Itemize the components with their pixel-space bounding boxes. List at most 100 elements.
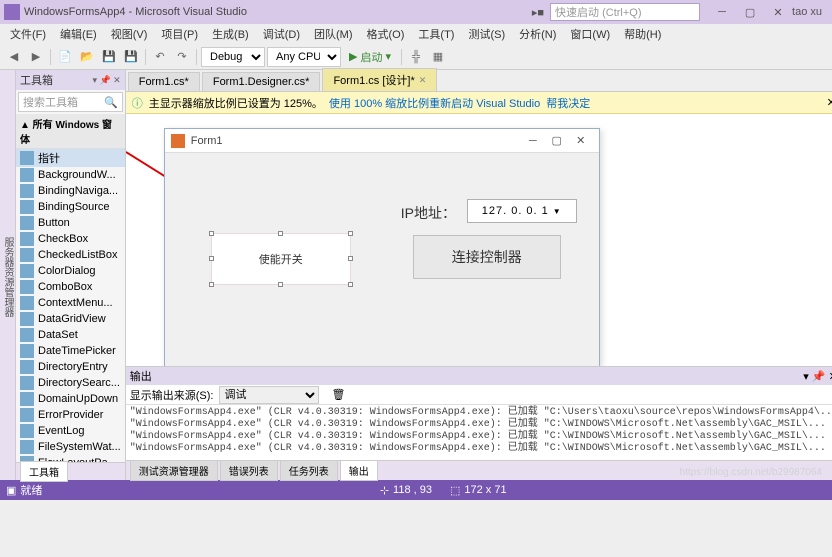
- toolbox-item[interactable]: DirectorySearc...: [16, 375, 125, 391]
- account-name[interactable]: tao xu: [792, 6, 822, 18]
- watermark: https://blog.csdn.net/b29987064: [680, 467, 822, 478]
- output-clear-button[interactable]: 🗑: [331, 388, 345, 401]
- config-select[interactable]: Debug: [201, 47, 265, 67]
- menu-project[interactable]: 项目(P): [155, 24, 204, 44]
- drive-switch-control[interactable]: 使能开关: [211, 233, 351, 285]
- toolbox-item[interactable]: DataSet: [16, 327, 125, 343]
- toolbox-item[interactable]: DirectoryEntry: [16, 359, 125, 375]
- toolbox-item[interactable]: ErrorProvider: [16, 407, 125, 423]
- toolbox-item[interactable]: ColorDialog: [16, 263, 125, 279]
- form-max-button[interactable]: ▢: [545, 134, 569, 147]
- form1-window[interactable]: Form1 ─ ▢ ✕ 使能开关 IP地址： 127. 0. 0. 1 ▼ 连接…: [164, 128, 600, 366]
- close-icon[interactable]: ✕: [419, 75, 427, 86]
- form1-title: Form1: [191, 135, 521, 147]
- tool-tab[interactable]: 任务列表: [280, 460, 338, 481]
- toolbox-category[interactable]: ▲ 所有 Windows 窗体: [16, 114, 125, 149]
- control-icon: [20, 200, 34, 214]
- toolbox-item[interactable]: CheckBox: [16, 231, 125, 247]
- ip-address-field[interactable]: 127. 0. 0. 1 ▼: [467, 199, 577, 223]
- tool-tab[interactable]: 输出: [340, 460, 378, 481]
- flag-icon[interactable]: ▸■: [532, 6, 544, 19]
- toolbox-tab[interactable]: 工具箱: [20, 461, 68, 482]
- toolbox-item[interactable]: DataGridView: [16, 311, 125, 327]
- toolbox-item[interactable]: CheckedListBox: [16, 247, 125, 263]
- pin-icon[interactable]: ▾ 📌 ✕: [92, 75, 120, 86]
- control-icon: [20, 344, 34, 358]
- tool-tab[interactable]: 测试资源管理器: [130, 460, 218, 481]
- toolbox-item[interactable]: EventLog: [16, 423, 125, 439]
- ip-label: IP地址：: [401, 203, 456, 223]
- form-min-button[interactable]: ─: [521, 135, 545, 147]
- minimize-button[interactable]: ─: [708, 3, 736, 21]
- form-close-button[interactable]: ✕: [569, 134, 593, 147]
- platform-select[interactable]: Any CPU: [267, 47, 341, 67]
- toolbox-item[interactable]: BackgroundW...: [16, 167, 125, 183]
- toolbox-item[interactable]: ContextMenu...: [16, 295, 125, 311]
- menu-view[interactable]: 视图(V): [105, 24, 154, 44]
- menu-format[interactable]: 格式(O): [361, 24, 411, 44]
- menu-file[interactable]: 文件(F): [4, 24, 52, 44]
- toolbox-item[interactable]: BindingSource: [16, 199, 125, 215]
- form-designer[interactable]: Form1 ─ ▢ ✕ 使能开关 IP地址： 127. 0. 0. 1 ▼ 连接…: [126, 114, 832, 366]
- infobar-close[interactable]: ✕: [827, 96, 832, 109]
- open-button[interactable]: 📂: [77, 47, 97, 67]
- start-debug-button[interactable]: ▶ 启动 ▾: [343, 49, 397, 65]
- toolbox-item[interactable]: DateTimePicker: [16, 343, 125, 359]
- save-button[interactable]: 💾: [99, 47, 119, 67]
- control-icon: [20, 280, 34, 294]
- server-explorer-well[interactable]: 服务器资源管理器: [0, 70, 16, 480]
- restart-100-link[interactable]: 使用 100% 缩放比例重新启动 Visual Studio: [329, 95, 540, 111]
- toolbox-item[interactable]: Button: [16, 215, 125, 231]
- menu-bar: 文件(F) 编辑(E) 视图(V) 项目(P) 生成(B) 调试(D) 团队(M…: [0, 24, 832, 44]
- output-source-select[interactable]: 调试: [219, 386, 319, 404]
- control-icon: [20, 264, 34, 278]
- status-position: ⊹ 118 , 93: [380, 484, 432, 497]
- menu-edit[interactable]: 编辑(E): [54, 24, 103, 44]
- menu-build[interactable]: 生成(B): [206, 24, 255, 44]
- quick-launch-input[interactable]: 快速启动 (Ctrl+Q): [550, 3, 700, 21]
- toolbox-item[interactable]: ComboBox: [16, 279, 125, 295]
- menu-window[interactable]: 窗口(W): [564, 24, 616, 44]
- menu-debug[interactable]: 调试(D): [257, 24, 306, 44]
- toolbox-panel: 工具箱 ▾ 📌 ✕ 搜索工具箱 🔍 ▲ 所有 Windows 窗体 指针Back…: [16, 70, 126, 480]
- close-button[interactable]: ✕: [764, 3, 792, 21]
- undo-button[interactable]: ↶: [150, 47, 170, 67]
- form1-titlebar: Form1 ─ ▢ ✕: [165, 129, 599, 153]
- menu-analyze[interactable]: 分析(N): [513, 24, 562, 44]
- control-icon: [20, 168, 34, 182]
- nav-fwd-button[interactable]: ▶: [26, 47, 46, 67]
- toolbox-item[interactable]: BindingNaviga...: [16, 183, 125, 199]
- output-pin-icon[interactable]: ▾ 📌 ✕: [803, 370, 832, 383]
- align-button[interactable]: ╬: [406, 47, 426, 67]
- menu-test[interactable]: 测试(S): [462, 24, 511, 44]
- control-icon: [20, 296, 34, 310]
- menu-help[interactable]: 帮助(H): [618, 24, 667, 44]
- redo-button[interactable]: ↷: [172, 47, 192, 67]
- info-icon: ⓘ: [132, 95, 143, 111]
- control-icon: [20, 216, 34, 230]
- control-icon: [20, 376, 34, 390]
- help-decide-link[interactable]: 帮我决定: [546, 95, 590, 111]
- new-project-button[interactable]: 📄: [55, 47, 75, 67]
- toolbox-search[interactable]: 搜索工具箱 🔍: [18, 92, 123, 112]
- toolbox-item[interactable]: DomainUpDown: [16, 391, 125, 407]
- output-text[interactable]: "WindowsFormsApp4.exe" (CLR v4.0.30319: …: [126, 405, 832, 460]
- layout-button[interactable]: ▦: [428, 47, 448, 67]
- document-tab[interactable]: Form1.cs*: [128, 72, 200, 91]
- toolbox-item[interactable]: 指针: [16, 149, 125, 167]
- connect-button[interactable]: 连接控制器: [413, 235, 561, 279]
- tool-tab[interactable]: 错误列表: [220, 460, 278, 481]
- save-all-button[interactable]: 💾: [121, 47, 141, 67]
- nav-back-button[interactable]: ◀: [4, 47, 24, 67]
- control-icon: [20, 232, 34, 246]
- maximize-button[interactable]: ▢: [736, 3, 764, 21]
- form-icon: [171, 134, 185, 148]
- document-tab[interactable]: Form1.cs [设计]*✕: [322, 68, 437, 91]
- control-icon: [20, 440, 34, 454]
- control-icon: [20, 248, 34, 262]
- toolbox-item[interactable]: FileSystemWat...: [16, 439, 125, 455]
- control-icon: [20, 408, 34, 422]
- document-tab[interactable]: Form1.Designer.cs*: [202, 72, 321, 91]
- menu-team[interactable]: 团队(M): [308, 24, 359, 44]
- menu-tools[interactable]: 工具(T): [412, 24, 460, 44]
